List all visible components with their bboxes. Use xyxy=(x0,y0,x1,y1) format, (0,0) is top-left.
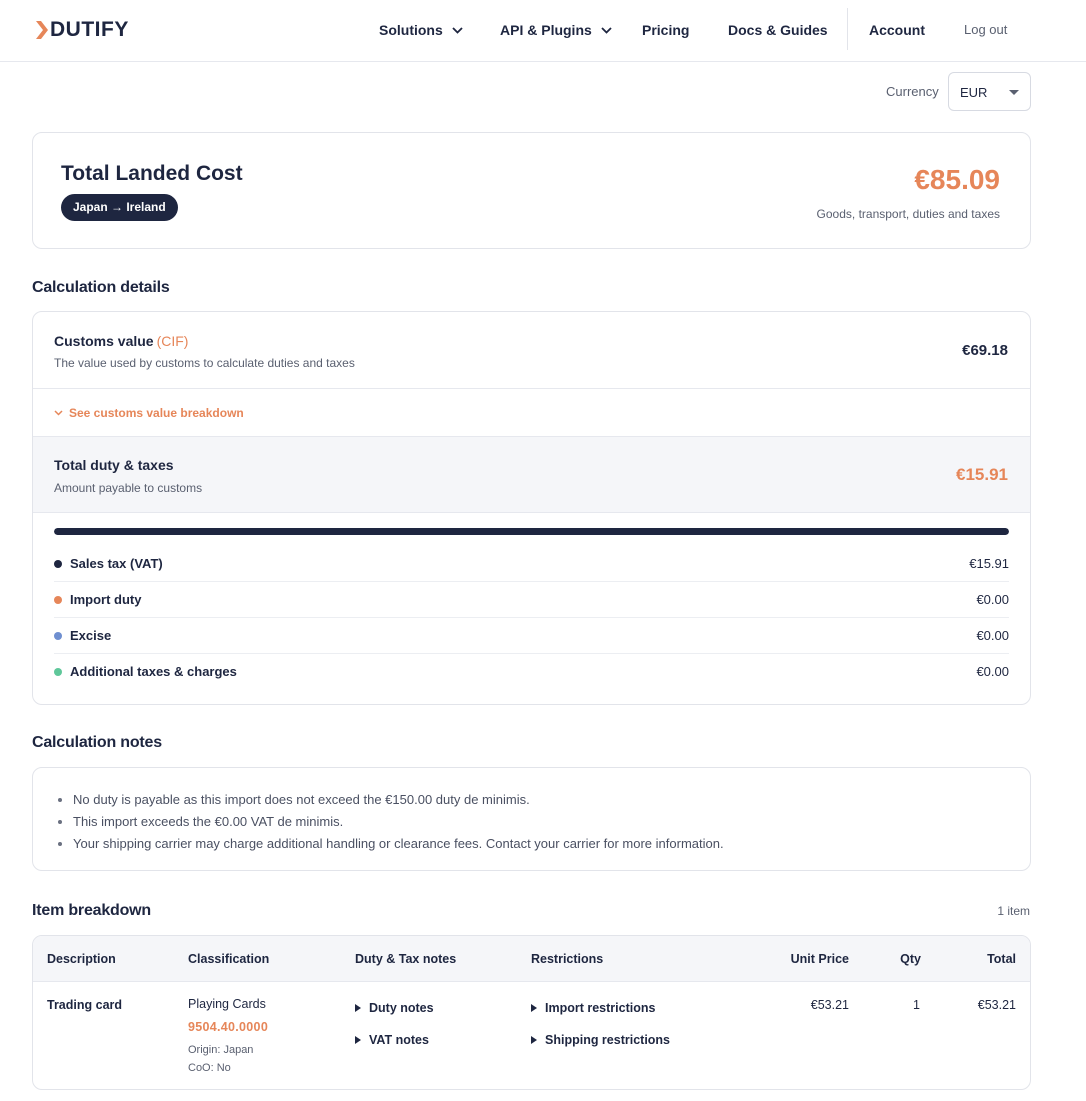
currency-select[interactable]: EUR xyxy=(948,72,1031,111)
caret-down-icon xyxy=(1009,90,1019,95)
col-qty: Qty xyxy=(900,952,921,966)
import-duty-dot-icon xyxy=(54,596,62,604)
landed-cost-summary: Total Landed Cost Japan → Ireland €85.09… xyxy=(32,132,1031,249)
chevron-down-icon xyxy=(54,410,63,416)
calculation-notes-title: Calculation notes xyxy=(32,734,162,751)
chevron-down-icon xyxy=(601,26,612,34)
item-count: 1 item xyxy=(997,904,1030,918)
item-classification: Playing Cards xyxy=(188,997,266,1011)
item-origin: Origin: Japan xyxy=(188,1044,254,1056)
import-restrictions-label: Import restrictions xyxy=(545,1001,656,1015)
top-nav: DUTIFY Solutions API & Plugins Pricing D… xyxy=(0,0,1086,62)
customs-value-text: Customs value xyxy=(54,333,154,349)
tax-row-vat: Sales tax (VAT) €15.91 xyxy=(54,546,1009,582)
cif-tag: (CIF) xyxy=(156,333,189,349)
triangle-right-icon xyxy=(355,1004,361,1012)
divider xyxy=(33,388,1030,389)
item-hs-code[interactable]: 9504.40.0000 xyxy=(188,1019,268,1035)
landed-cost-amount: €85.09 xyxy=(914,164,1000,195)
total-duty-taxes-description: Amount payable to customs xyxy=(54,481,203,495)
total-duty-taxes-label: Total duty & taxes xyxy=(54,457,174,473)
tax-row-label: Additional taxes & charges xyxy=(70,664,237,679)
logo-text: DUTIFY xyxy=(50,18,129,41)
triangle-right-icon xyxy=(355,1036,361,1044)
tax-share-bar-vat-fill xyxy=(54,528,1009,535)
nav-docs-guides[interactable]: Docs & Guides xyxy=(728,21,828,39)
note-item: Your shipping carrier may charge additio… xyxy=(73,833,724,855)
item-unit-price: €53.21 xyxy=(810,998,849,1012)
tax-row-additional: Additional taxes & charges €0.00 xyxy=(54,654,1009,690)
landed-cost-subtitle: Goods, transport, duties and taxes xyxy=(816,207,1000,221)
item-qty: 1 xyxy=(913,998,920,1012)
logo-arrow-icon xyxy=(36,21,48,39)
tax-share-bar xyxy=(54,528,1009,535)
customs-value-amount: €69.18 xyxy=(962,342,1008,359)
col-description: Description xyxy=(47,952,116,966)
duty-notes-toggle[interactable]: Duty notes xyxy=(355,1000,434,1016)
notes-list: No duty is payable as this import does n… xyxy=(73,789,724,855)
currency-label: Currency xyxy=(886,84,939,99)
vat-dot-icon xyxy=(54,560,62,568)
nav-divider xyxy=(847,8,848,50)
nav-solutions-label: Solutions xyxy=(379,22,443,38)
tax-row-excise: Excise €0.00 xyxy=(54,618,1009,654)
col-unit-price: Unit Price xyxy=(790,952,849,966)
calculation-details-card: Customs value (CIF) The value used by cus… xyxy=(32,311,1031,705)
customs-value-label: Customs value (CIF) xyxy=(54,332,188,350)
import-restrictions-toggle[interactable]: Import restrictions xyxy=(531,1000,655,1016)
additional-dot-icon xyxy=(54,668,62,676)
nav-account[interactable]: Account xyxy=(869,21,925,39)
chevron-down-icon xyxy=(452,26,463,34)
item-description: Trading card xyxy=(47,998,123,1012)
nav-api-plugins-label: API & Plugins xyxy=(500,22,592,38)
item-breakdown-title: Item breakdown xyxy=(32,902,152,919)
dutify-logo[interactable]: DUTIFY xyxy=(36,18,129,42)
tax-row-amount: €0.00 xyxy=(976,592,1009,607)
note-item: No duty is payable as this import does n… xyxy=(73,789,724,811)
route-badge: Japan → Ireland xyxy=(61,194,178,221)
col-notes: Duty & Tax notes xyxy=(355,952,457,966)
col-total: Total xyxy=(987,952,1016,966)
nav-solutions[interactable]: Solutions xyxy=(379,21,463,39)
nav-pricing[interactable]: Pricing xyxy=(642,21,689,39)
shipping-restrictions-label: Shipping restrictions xyxy=(545,1033,671,1047)
tax-row-label: Import duty xyxy=(70,592,142,607)
col-classification: Classification xyxy=(188,952,270,966)
vat-notes-label: VAT notes xyxy=(369,1033,429,1047)
item-total: €53.21 xyxy=(977,998,1016,1012)
tax-row-label: Sales tax (VAT) xyxy=(70,556,163,571)
item-coo: CoO: No xyxy=(188,1062,231,1074)
customs-breakdown-toggle[interactable]: See customs value breakdown xyxy=(54,405,244,421)
total-duty-taxes-amount: €15.91 xyxy=(956,465,1008,484)
nav-api-plugins[interactable]: API & Plugins xyxy=(500,21,612,39)
calculation-notes-card: No duty is payable as this import does n… xyxy=(32,767,1031,871)
excise-dot-icon xyxy=(54,632,62,640)
tax-row-amount: €0.00 xyxy=(976,628,1009,643)
table-header: Description Classification Duty & Tax no… xyxy=(33,936,1030,982)
total-duty-taxes-band: Total duty & taxes Amount payable to cus… xyxy=(33,436,1030,513)
note-item: This import exceeds the €0.00 VAT de min… xyxy=(73,811,724,833)
shipping-restrictions-toggle[interactable]: Shipping restrictions xyxy=(531,1032,670,1048)
calculation-details-title: Calculation details xyxy=(32,279,170,296)
tax-row-label: Excise xyxy=(70,628,112,643)
item-table: Description Classification Duty & Tax no… xyxy=(32,935,1031,1090)
col-restrictions: Restrictions xyxy=(531,952,604,966)
vat-notes-toggle[interactable]: VAT notes xyxy=(355,1032,429,1048)
customs-breakdown-label: See customs value breakdown xyxy=(69,406,244,420)
logout-link[interactable]: Log out xyxy=(964,21,1007,39)
tax-row-amount: €0.00 xyxy=(976,664,1009,679)
landed-cost-title: Total Landed Cost xyxy=(61,162,243,185)
triangle-right-icon xyxy=(531,1004,537,1012)
tax-row-amount: €15.91 xyxy=(969,556,1009,571)
currency-value: EUR xyxy=(960,85,988,100)
triangle-right-icon xyxy=(531,1036,537,1044)
customs-value-description: The value used by customs to calculate d… xyxy=(54,356,355,370)
duty-notes-label: Duty notes xyxy=(369,1001,434,1015)
tax-row-import-duty: Import duty €0.00 xyxy=(54,582,1009,618)
